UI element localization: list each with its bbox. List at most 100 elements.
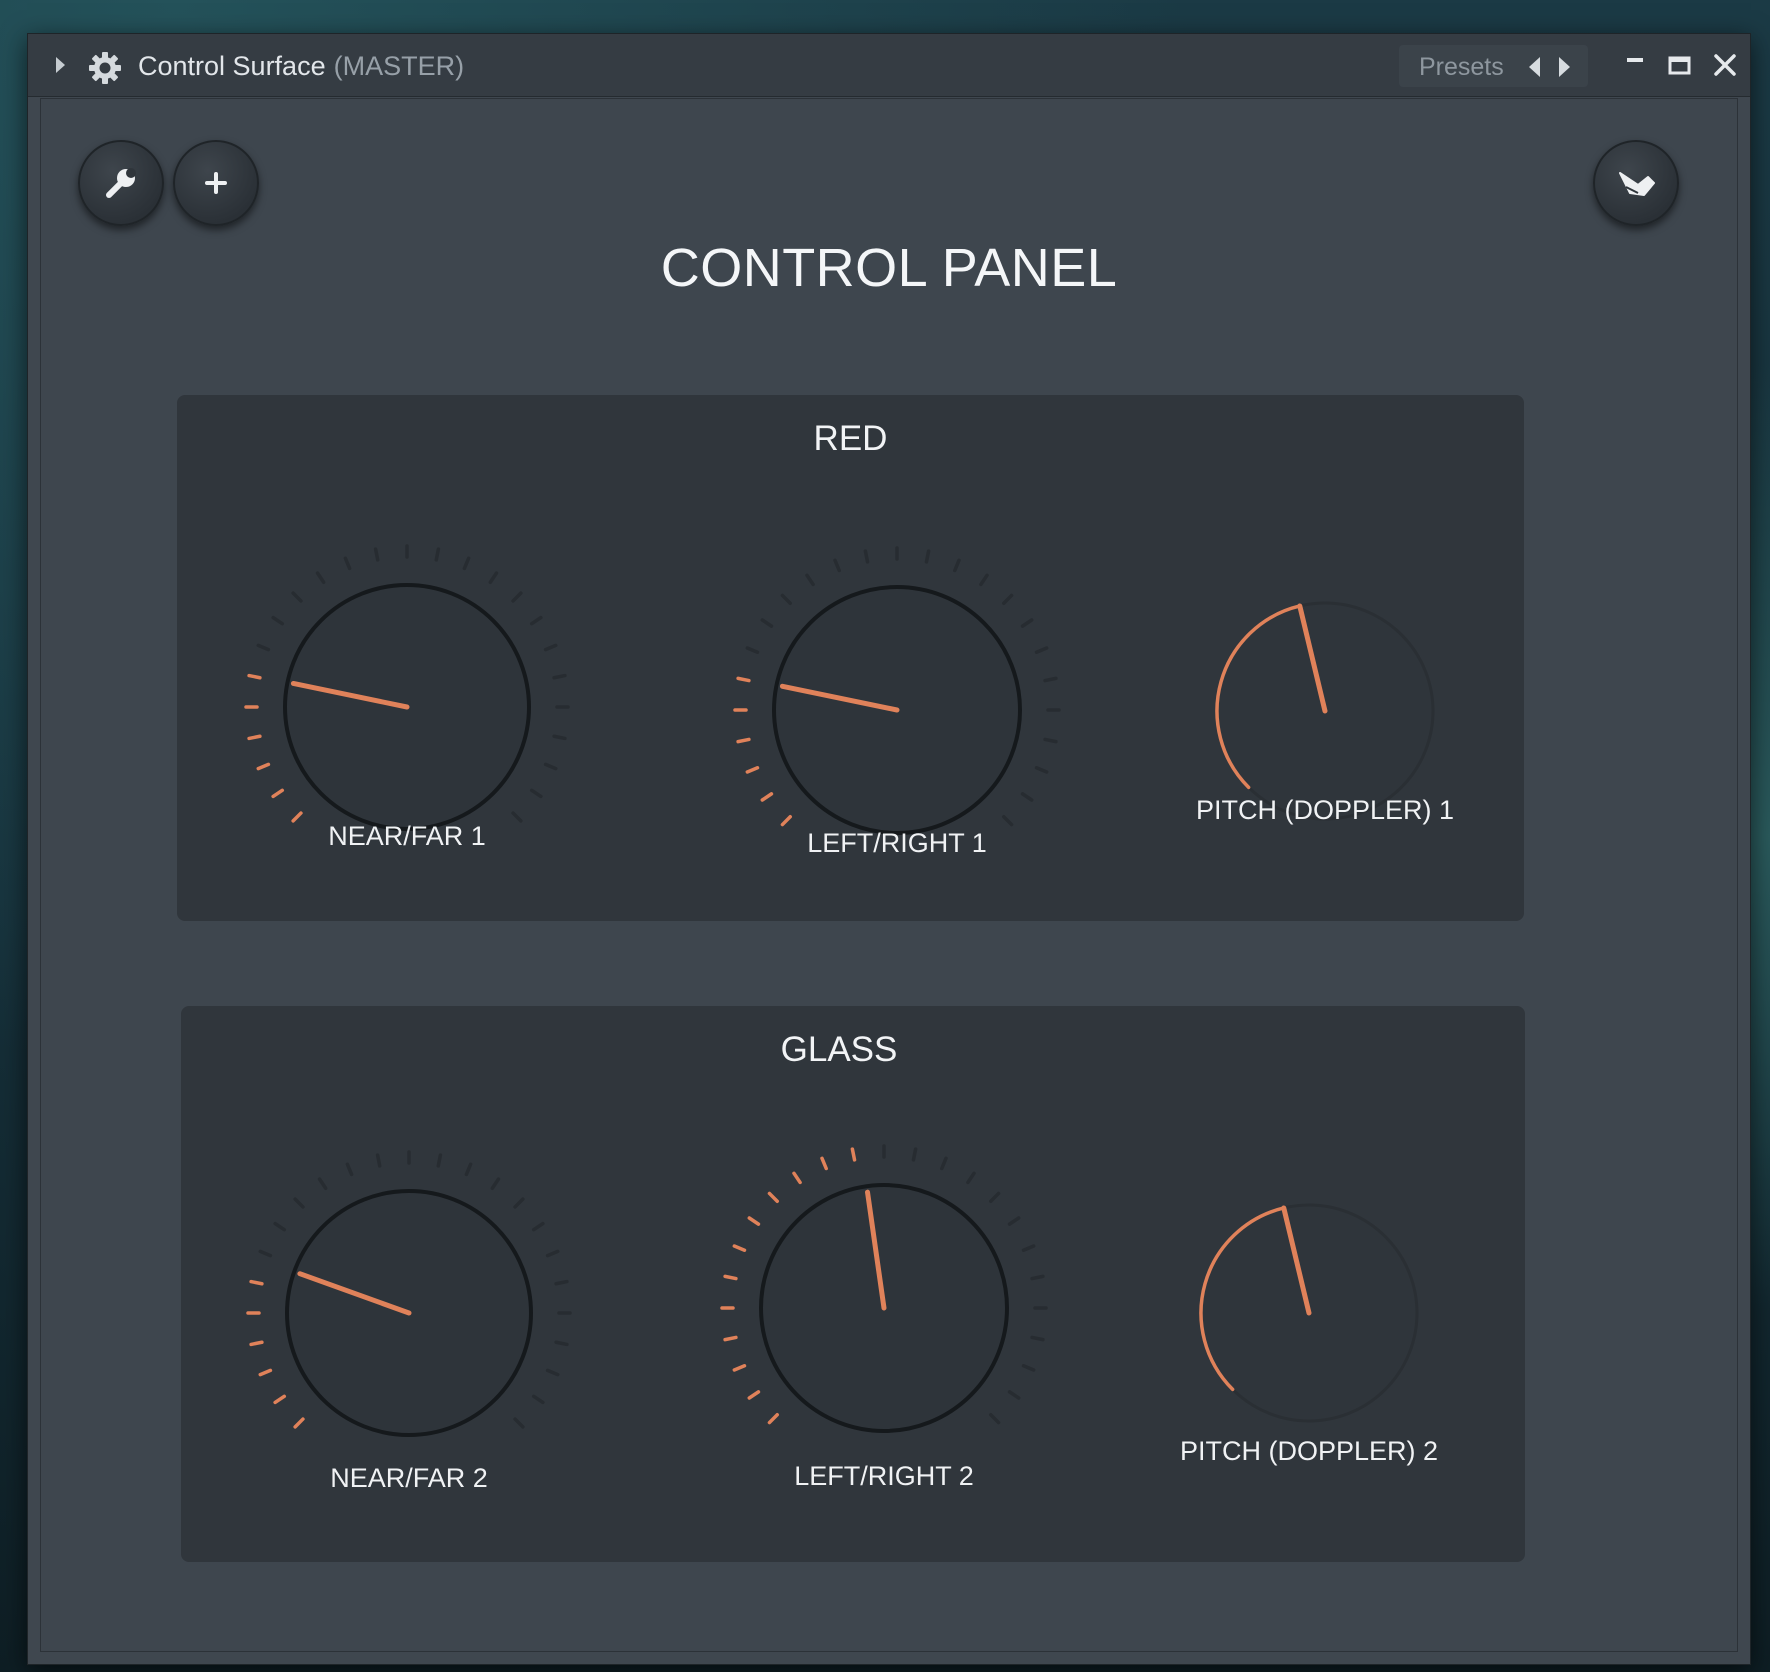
knob-tick xyxy=(436,1153,443,1168)
knob-tick xyxy=(531,1394,545,1405)
knob-tick xyxy=(247,673,262,680)
close-icon[interactable] xyxy=(1708,48,1742,82)
knob-tick xyxy=(271,788,285,799)
knob-tick xyxy=(723,1335,738,1342)
knob-tick xyxy=(513,1417,525,1429)
expand-arrow-icon[interactable] xyxy=(56,57,65,73)
knob-tick xyxy=(1034,646,1049,654)
knob-label: PITCH (DOPPLER) 1 xyxy=(1195,795,1455,825)
panel-title: CONTROL PANEL xyxy=(660,238,1118,298)
wrench-icon xyxy=(106,168,136,198)
knob-tick xyxy=(979,573,989,587)
title-bar[interactable]: Control Surface (MASTER) Presets xyxy=(28,34,1750,97)
group-title: RED xyxy=(813,419,888,458)
knob-tick xyxy=(529,788,543,799)
knob-tick xyxy=(552,673,567,680)
knob-tick xyxy=(511,591,523,603)
group-glass: GLASS NEAR/FAR 2 LEFT/RIGHT 2 PITCH (DOPPL… xyxy=(181,1006,1525,1562)
knob-tick xyxy=(291,811,303,823)
knob-tick xyxy=(966,1171,976,1185)
minimize-icon[interactable] xyxy=(1618,48,1652,82)
knob-tick xyxy=(552,734,567,741)
knob-label: NEAR/FAR 2 xyxy=(330,1463,488,1493)
knob-tick xyxy=(747,1216,761,1226)
preset-prev-arrow-icon[interactable] xyxy=(1529,57,1540,77)
knob-tick xyxy=(317,1177,328,1191)
wrench-button[interactable] xyxy=(78,140,164,226)
knob-tick xyxy=(850,1147,857,1162)
knob-tick xyxy=(1021,1364,1036,1372)
window-subtitle: (MASTER) xyxy=(333,51,465,81)
knob-tick xyxy=(258,1249,273,1258)
knob-tick xyxy=(1043,676,1058,683)
knob-tick xyxy=(490,1177,501,1191)
knob-left-right-2[interactable] xyxy=(717,1141,1051,1475)
knob-tick xyxy=(343,556,352,571)
knob-tick xyxy=(863,549,870,564)
knob-tick xyxy=(732,1244,747,1252)
knob-tick xyxy=(1020,618,1034,628)
knob-tick xyxy=(767,1191,779,1203)
knob-tick xyxy=(513,1197,525,1209)
knob-tick xyxy=(545,1368,560,1377)
knob-tick xyxy=(249,1279,264,1286)
knob-tick xyxy=(464,1162,473,1177)
maximize-icon[interactable] xyxy=(1662,48,1696,82)
knob-tick xyxy=(1002,593,1014,605)
knob-tick xyxy=(736,737,751,744)
knob-tick xyxy=(833,558,841,573)
knob-tick xyxy=(345,1162,354,1177)
knob-tick xyxy=(953,558,961,573)
knob-tick xyxy=(554,1279,569,1286)
knob-tick xyxy=(989,1413,1001,1425)
knob-tick xyxy=(1030,1274,1045,1281)
knob-label: LEFT/RIGHT 2 xyxy=(794,1461,974,1491)
group-red: RED NEAR/FAR 1 LEFT/RIGHT 1 PITCH (DOPPLER… xyxy=(177,395,1524,921)
knob-tick xyxy=(554,1340,569,1347)
control-surface-content: CONTROL PANEL RED NEAR/FAR 1 LEFT/RIGHT 1… xyxy=(40,98,1738,1652)
hand-icon xyxy=(1619,172,1655,196)
knob-tick xyxy=(488,571,499,585)
knob-tick xyxy=(732,1364,747,1372)
knob-tick xyxy=(760,792,774,802)
knob-left-right-1[interactable] xyxy=(730,543,1064,877)
knob-pitch-doppler-2[interactable] xyxy=(1147,1151,1471,1475)
knob-tick xyxy=(249,1340,264,1347)
gear-icon[interactable] xyxy=(88,51,122,85)
knob-tick xyxy=(1030,1335,1045,1342)
preset-next-arrow-icon[interactable] xyxy=(1559,57,1570,77)
knob-tick xyxy=(780,815,792,827)
knob-tick xyxy=(940,1156,948,1171)
knob-tick xyxy=(511,811,523,823)
knob-label: NEAR/FAR 1 xyxy=(328,821,486,851)
knob-tick xyxy=(256,762,271,771)
knob-tick xyxy=(767,1413,779,1425)
knob-tick xyxy=(792,1171,802,1185)
knob-tick xyxy=(271,615,285,626)
knob-tick xyxy=(745,766,760,774)
knob-near-far-2[interactable] xyxy=(243,1147,575,1479)
hand-button[interactable] xyxy=(1593,140,1679,226)
knob-tick xyxy=(723,1274,738,1281)
knob-tick xyxy=(924,549,931,564)
plus-icon xyxy=(205,172,227,194)
knob-tick xyxy=(989,1191,1001,1203)
knob-tick xyxy=(745,646,760,654)
knob-tick xyxy=(256,643,271,652)
knob-tick xyxy=(291,591,303,603)
knob-tick xyxy=(1043,737,1058,744)
knob-tick xyxy=(805,573,815,587)
presets-label[interactable]: Presets xyxy=(1419,53,1504,82)
knob-tick xyxy=(434,547,441,562)
knob-tick xyxy=(1021,1244,1036,1252)
add-button[interactable] xyxy=(173,140,259,226)
knob-tick xyxy=(273,1394,287,1405)
knob-tick xyxy=(293,1417,305,1429)
knob-tick xyxy=(462,556,471,571)
knob-tick xyxy=(1002,815,1014,827)
knob-tick xyxy=(293,1197,305,1209)
presets-selector[interactable]: Presets xyxy=(1399,45,1588,87)
knob-tick xyxy=(911,1147,918,1162)
knob-tick xyxy=(273,1221,287,1232)
knob-tick xyxy=(760,618,774,628)
